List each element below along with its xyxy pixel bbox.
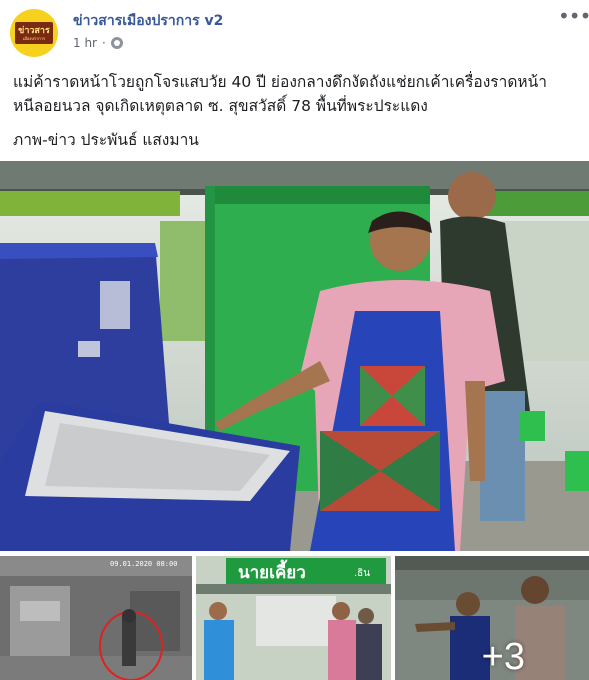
post-text-line-2: หนีลอยนวล จุดเกิดเหตุตลาด ซ. สุขสวัสดิ์ …	[13, 97, 428, 115]
main-photo[interactable]	[0, 161, 589, 551]
shop-image: นายเคี้ยว .ธิน	[196, 556, 391, 680]
post-meta: 1 hr ·	[73, 36, 123, 50]
globe-icon[interactable]	[110, 37, 123, 49]
page-avatar[interactable]: ข่าวสาร เมืองปราการ	[10, 9, 58, 57]
more-options-icon[interactable]: •••	[558, 6, 589, 26]
photo-thumbnail-cctv[interactable]: 09.01.2020 08:00	[0, 556, 192, 680]
post-timestamp[interactable]: 1 hr	[73, 36, 97, 50]
shop-sign-text: นายเคี้ยว	[238, 559, 306, 583]
page-logo: ข่าวสาร เมืองปราการ	[15, 22, 53, 44]
shop-sign-text-2: .ธิน	[354, 568, 370, 579]
logo-sub-text: เมืองปราการ	[22, 35, 46, 41]
page-name-link[interactable]: ข่าวสารเมืองปราการ v2	[73, 10, 223, 32]
cctv-image: 09.01.2020 08:00	[0, 556, 192, 680]
photo-thumbnail-more[interactable]: +3	[395, 556, 589, 680]
more-photos-count[interactable]: +3	[482, 636, 525, 679]
photo-thumbnail-shop[interactable]: นายเคี้ยว .ธิน	[196, 556, 391, 680]
post-text-line-1: แม่ค้าราดหน้าโวยถูกโจรแสบวัย 40 ปี ย่องก…	[13, 73, 547, 91]
post-body: แม่ค้าราดหน้าโวยถูกโจรแสบวัย 40 ปี ย่องก…	[13, 70, 579, 152]
photo-credit: ภาพ-ข่าว ประพันธ์ แสงมาน	[13, 131, 199, 149]
market-scene-image	[0, 161, 589, 551]
cctv-timestamp: 09.01.2020 08:00	[110, 560, 177, 568]
post-header: ข่าวสาร เมืองปราการ ข่าวสารเมืองปราการ v…	[0, 0, 589, 66]
logo-main-text: ข่าวสาร	[18, 25, 50, 36]
